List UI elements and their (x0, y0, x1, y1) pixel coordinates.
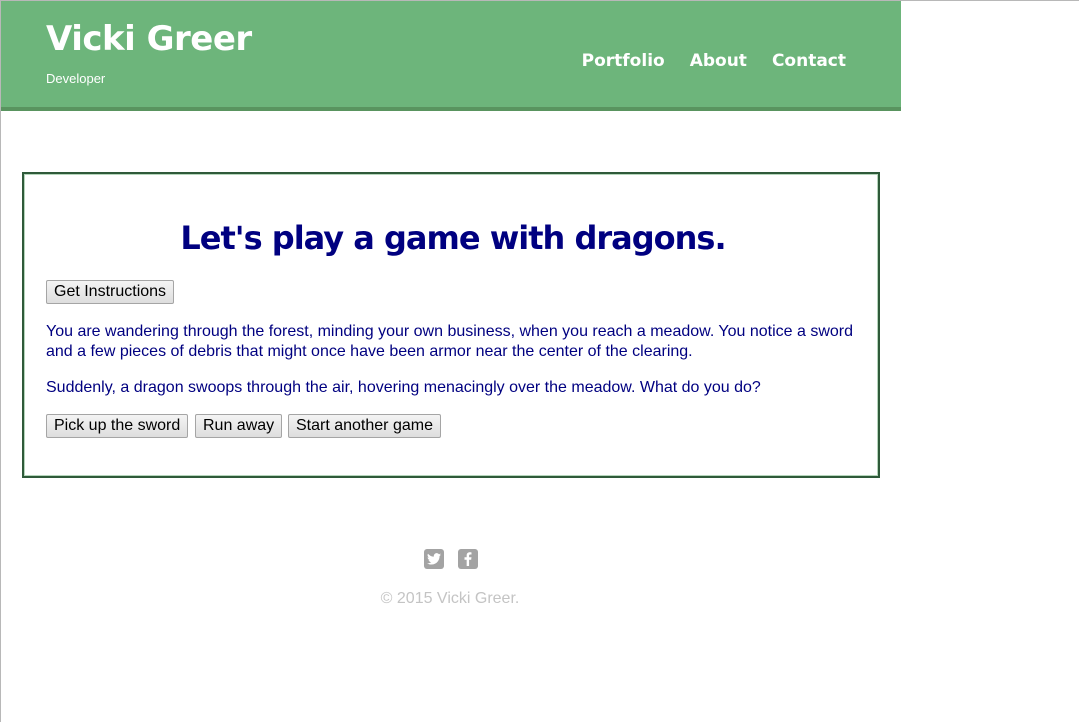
site-header: Vicki Greer Developer Portfolio About Co… (1, 1, 901, 111)
nav-link-portfolio[interactable]: Portfolio (582, 50, 665, 72)
facebook-icon[interactable] (458, 549, 478, 569)
game-panel: Let's play a game with dragons. Get Inst… (22, 172, 880, 478)
twitter-icon[interactable] (424, 549, 444, 569)
start-another-game-button[interactable]: Start another game (288, 414, 441, 438)
main-nav: Portfolio About Contact (582, 50, 846, 72)
copyright-text: © 2015 Vicki Greer. (380, 590, 520, 607)
site-title[interactable]: Vicki Greer (46, 17, 252, 61)
run-away-button[interactable]: Run away (195, 414, 283, 438)
story-paragraph: You are wandering through the forest, mi… (46, 323, 854, 360)
site-subtitle: Developer (46, 71, 106, 86)
get-instructions-button[interactable]: Get Instructions (46, 280, 175, 304)
story-paragraph: Suddenly, a dragon swoops through the ai… (46, 379, 761, 396)
nav-link-about[interactable]: About (690, 50, 747, 72)
game-title: Let's play a game with dragons. (180, 219, 726, 257)
social-links (424, 549, 478, 569)
pick-up-sword-button[interactable]: Pick up the sword (46, 414, 189, 438)
nav-link-contact[interactable]: Contact (772, 50, 846, 72)
